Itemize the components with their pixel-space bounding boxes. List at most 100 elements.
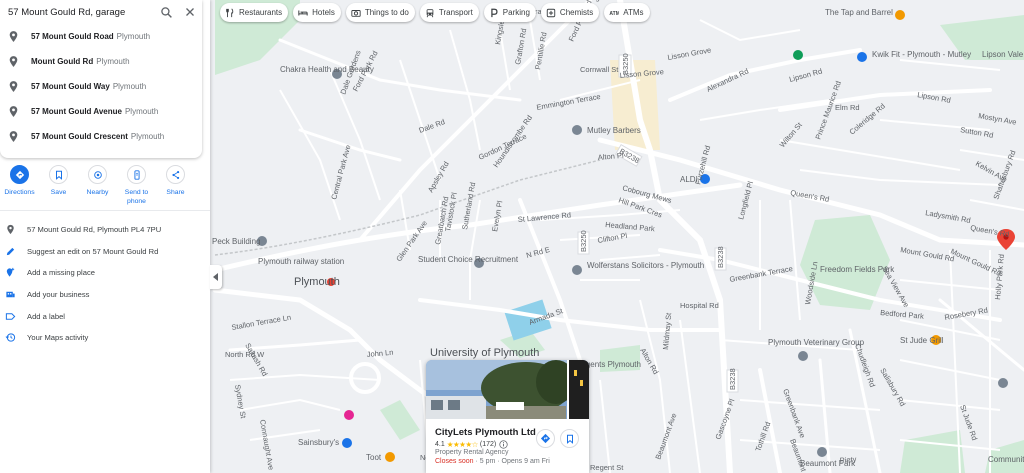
place-label[interactable]: The Tap and Barrel bbox=[825, 8, 893, 17]
suggestion-secondary-text: Plymouth bbox=[112, 82, 147, 91]
restaurant-icon bbox=[226, 8, 234, 17]
save-button[interactable]: Save bbox=[39, 165, 78, 206]
suggestion-main-text: 57 Mount Gould Road bbox=[31, 32, 114, 41]
place-label[interactable]: Plymouth Veterinary Group bbox=[768, 338, 865, 347]
nearby-button[interactable]: Nearby bbox=[78, 165, 117, 206]
close-icon bbox=[186, 8, 194, 16]
camera-icon bbox=[351, 9, 361, 17]
share-button[interactable]: Share bbox=[156, 165, 195, 206]
suggestion-item[interactable]: 57 Mount Gould Crescent Plymouth bbox=[0, 124, 202, 149]
place-label[interactable]: Kwik Fit - Plymouth - Mutley bbox=[872, 50, 971, 59]
place-label[interactable]: Toot bbox=[366, 453, 382, 462]
place-label[interactable]: Mutley Barbers bbox=[587, 126, 641, 135]
suggestion-item[interactable]: 57 Mount Gould Way Plymouth bbox=[0, 74, 202, 99]
card-directions-button[interactable] bbox=[536, 429, 555, 448]
chip-atms[interactable]: ATM ATMs bbox=[604, 3, 650, 22]
place-label[interactable]: Beaumont Park bbox=[800, 459, 856, 468]
nearby-icon bbox=[93, 170, 102, 179]
action-circle bbox=[166, 165, 185, 184]
hotel-icon bbox=[298, 10, 308, 15]
place-label[interactable]: University of Plymouth bbox=[430, 347, 539, 359]
action-label: Nearby bbox=[86, 189, 109, 196]
suggestion-item[interactable]: 57 Mount Gould Avenue Plymouth bbox=[0, 99, 202, 124]
chip-transport[interactable]: Transport bbox=[419, 3, 479, 22]
road-label: Ebrington St bbox=[578, 0, 620, 2]
svg-text:ATM: ATM bbox=[610, 11, 620, 17]
pin-icon bbox=[9, 55, 18, 67]
info-item[interactable]: Add your business bbox=[0, 284, 210, 306]
road-label: Regent St bbox=[590, 463, 624, 472]
place-label[interactable]: Plymouth railway station bbox=[258, 257, 344, 266]
suggestion-item[interactable]: Mount Gould Rd Plymouth bbox=[0, 49, 202, 74]
suggestion-main-text: Mount Gould Rd bbox=[31, 57, 94, 66]
info-item[interactable]: Your Maps activity bbox=[0, 327, 210, 349]
place-photo[interactable] bbox=[426, 360, 589, 419]
place-label[interactable]: Plymouth bbox=[294, 276, 340, 288]
info-item[interactable]: Add a label bbox=[0, 305, 210, 327]
directions-icon bbox=[540, 433, 551, 444]
send-to-phone-button[interactable]: Send to phone bbox=[117, 165, 156, 206]
directions-icon bbox=[15, 170, 24, 179]
card-save-button[interactable] bbox=[560, 429, 579, 448]
pharmacy-icon bbox=[546, 8, 556, 17]
place-label[interactable]: Wolferstans Solicitors - Plymouth bbox=[587, 261, 704, 270]
collapse-panel-button[interactable] bbox=[210, 265, 222, 289]
place-label[interactable]: Community bbox=[988, 455, 1024, 464]
transport-icon bbox=[426, 8, 434, 17]
place-label[interactable]: Lipson Vale bbox=[982, 50, 1024, 59]
review-count[interactable]: (172) bbox=[480, 441, 496, 448]
pin-icon bbox=[9, 105, 18, 117]
road-label: North Rd W bbox=[225, 350, 265, 359]
info-item[interactable]: Add a missing place bbox=[0, 262, 210, 284]
label-icon bbox=[5, 312, 15, 320]
info-item[interactable]: Suggest an edit on 57 Mount Gould Rd bbox=[0, 241, 210, 263]
info-icon[interactable] bbox=[499, 440, 508, 449]
place-card[interactable]: CityLets Plymouth Ltd 4.1 ★★★★☆ (172) Pr… bbox=[426, 360, 589, 473]
action-circle bbox=[88, 165, 107, 184]
directions-button[interactable]: Directions bbox=[0, 165, 39, 206]
place-info-list: 57 Mount Gould Rd, Plymouth PL4 7PU Sugge… bbox=[0, 219, 210, 349]
place-label[interactable]: St Jude Grill bbox=[900, 336, 944, 345]
chip-label: Chemists bbox=[559, 8, 594, 17]
place-label[interactable]: Sainsbury's bbox=[298, 438, 339, 447]
chip-label: Things to do bbox=[364, 8, 409, 17]
chip-label: ATMs bbox=[623, 8, 644, 17]
category-chips: Restaurants Hotels Things to do Transport Pa… bbox=[220, 3, 655, 22]
clear-search-button[interactable] bbox=[178, 0, 202, 24]
route-label: B3238 bbox=[728, 368, 737, 390]
chip-things-to-do[interactable]: Things to do bbox=[345, 3, 415, 22]
road-label: Hospital Rd bbox=[680, 301, 719, 310]
chip-restaurants[interactable]: Restaurants bbox=[220, 3, 289, 22]
chip-hotels[interactable]: Hotels bbox=[293, 3, 341, 22]
info-text: Add your business bbox=[27, 290, 90, 300]
pencil-icon bbox=[6, 247, 14, 256]
place-title[interactable]: CityLets Plymouth Ltd bbox=[435, 427, 536, 438]
chip-parking[interactable]: Parking bbox=[483, 3, 536, 22]
place-label[interactable]: Peck Building bbox=[212, 237, 260, 246]
rating-value: 4.1 bbox=[435, 441, 445, 448]
suggestion-item[interactable]: 57 Mount Gould Road Plymouth bbox=[0, 24, 202, 49]
road-label: Cornwall St bbox=[580, 65, 619, 74]
atm-icon: ATM bbox=[610, 11, 620, 17]
place-label[interactable]: Student Choice Recruitment bbox=[418, 255, 519, 264]
chip-chemists[interactable]: Chemists bbox=[540, 3, 600, 22]
suggestion-main-text: 57 Mount Gould Way bbox=[31, 82, 110, 91]
place-label[interactable]: Chakra Health and Beauty bbox=[280, 65, 374, 74]
place-label[interactable]: ALDI bbox=[680, 175, 698, 184]
search-input[interactable] bbox=[8, 6, 154, 18]
suggestion-main-text: 57 Mount Gould Avenue bbox=[31, 107, 122, 116]
place-label[interactable]: Freedom Fields Park bbox=[820, 265, 895, 274]
closes-soon-status: Closes soon bbox=[435, 458, 474, 465]
action-label: Share bbox=[166, 189, 185, 196]
info-item[interactable]: 57 Mount Gould Rd, Plymouth PL4 7PU bbox=[0, 219, 210, 241]
phone-icon bbox=[133, 169, 140, 180]
bookmark-icon bbox=[566, 434, 573, 444]
action-label: Save bbox=[50, 189, 67, 196]
search-button[interactable] bbox=[154, 0, 178, 24]
info-text: Your Maps activity bbox=[27, 333, 89, 343]
chip-label: Parking bbox=[502, 8, 530, 17]
suggestion-secondary-text: Plymouth bbox=[116, 32, 151, 41]
pin-icon bbox=[6, 225, 14, 235]
info-text: Add a label bbox=[27, 311, 65, 321]
suggestion-secondary-text: Plymouth bbox=[96, 57, 130, 66]
